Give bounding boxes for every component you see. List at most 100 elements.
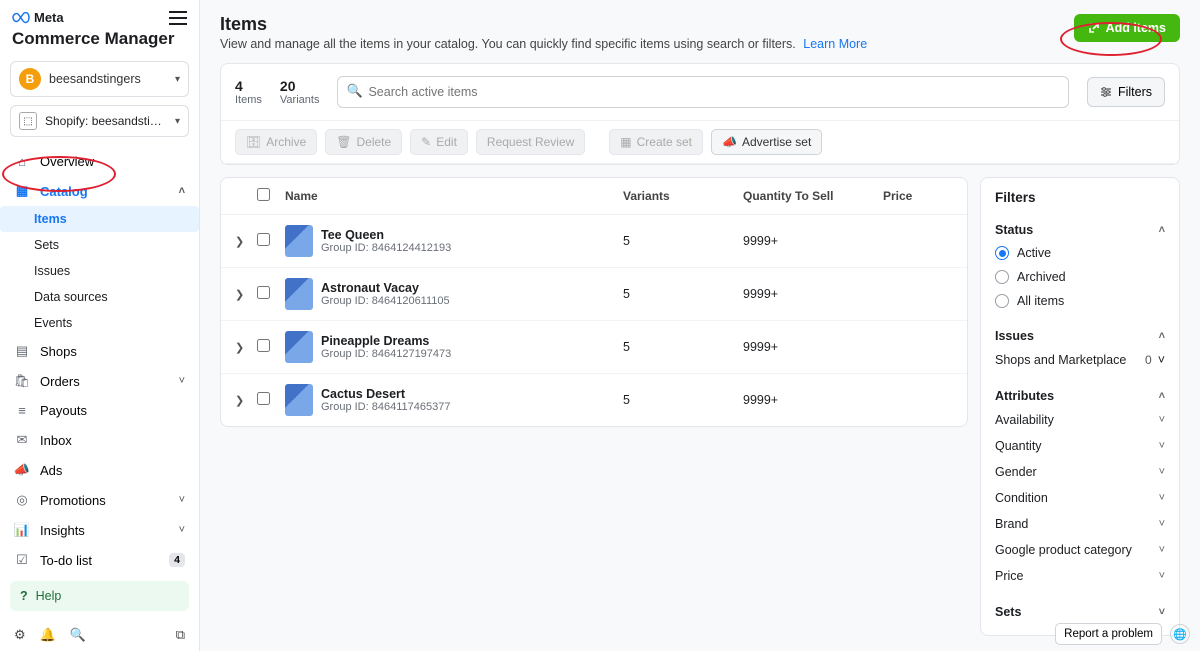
cell-variants: 5 [623, 393, 743, 407]
add-items-label: Add items [1106, 21, 1166, 35]
attribute-filter[interactable]: Gender˅ [995, 459, 1165, 485]
delete-button: 🗑Delete [325, 129, 402, 155]
stat-variants: 20 Variants [280, 78, 320, 106]
nav-label: Promotions [40, 493, 106, 508]
search-input[interactable] [337, 76, 1069, 108]
issues-section-toggle[interactable]: Issues ˄ [995, 321, 1165, 347]
nav-catalog-sets[interactable]: Sets [0, 232, 199, 258]
search-icon[interactable]: 🔍 [70, 627, 86, 643]
learn-more-link[interactable]: Learn More [803, 37, 867, 51]
pencil-icon: ✎ [421, 135, 431, 149]
bag-icon: 🛍 [14, 373, 30, 389]
product-name: Astronaut Vacay [321, 281, 450, 295]
nav-ads[interactable]: 📣 Ads [0, 455, 199, 485]
filters-title: Filters [995, 190, 1165, 205]
chevron-down-icon: ▾ [175, 116, 180, 127]
grid-icon: ▦ [14, 183, 30, 199]
table-row[interactable]: ❯Pineapple DreamsGroup ID: 8464127197473… [221, 321, 967, 374]
col-price[interactable]: Price [883, 189, 953, 203]
chevron-up-icon: ˄ [179, 185, 185, 197]
nav-catalog-data-sources[interactable]: Data sources [0, 284, 199, 310]
attributes-section-toggle[interactable]: Attributes ˄ [995, 381, 1165, 407]
attribute-filter[interactable]: Availability˅ [995, 407, 1165, 433]
status-option[interactable]: All items [995, 289, 1165, 313]
sets-section-toggle[interactable]: Sets ˅ [995, 597, 1165, 623]
page-subtitle: View and manage all the items in your ca… [220, 37, 867, 51]
row-checkbox[interactable] [257, 339, 270, 352]
row-checkbox[interactable] [257, 392, 270, 405]
todo-badge: 4 [169, 553, 185, 567]
nav-label: Catalog [40, 184, 88, 199]
attribute-filter[interactable]: Quantity˅ [995, 433, 1165, 459]
chevron-up-icon: ˄ [1159, 330, 1165, 342]
filters-button[interactable]: Filters [1087, 77, 1165, 107]
nav-insights[interactable]: 📊 Insights ˅ [0, 515, 199, 545]
cell-variants: 5 [623, 340, 743, 354]
report-problem-button[interactable]: Report a problem [1055, 623, 1162, 645]
shop-selector[interactable]: ⬚ Shopify: beesandstingers 16… ▾ [10, 105, 189, 137]
nav-catalog-items[interactable]: Items [0, 206, 199, 232]
attribute-filter[interactable]: Price˅ [995, 563, 1165, 589]
row-checkbox[interactable] [257, 233, 270, 246]
status-option[interactable]: Active [995, 241, 1165, 265]
create-set-button: ▦Create set [609, 129, 703, 155]
table-row[interactable]: ❯Tee QueenGroup ID: 846412441219359999+ [221, 215, 967, 268]
table-row[interactable]: ❯Cactus DesertGroup ID: 8464117465377599… [221, 374, 967, 426]
chart-icon: 📊 [14, 522, 30, 538]
help-button[interactable]: ? Help [10, 581, 189, 611]
nav-orders[interactable]: 🛍 Orders ˅ [0, 366, 199, 396]
issues-row[interactable]: Shops and Marketplace 0 ˅ [995, 347, 1165, 373]
archive-icon: 🗄 [246, 135, 261, 149]
nav-catalog-issues[interactable]: Issues [0, 258, 199, 284]
table-row[interactable]: ❯Astronaut VacayGroup ID: 84641206111055… [221, 268, 967, 321]
main: Items View and manage all the items in y… [200, 0, 1200, 651]
nav-todo[interactable]: ☑ To-do list 4 [0, 545, 199, 573]
nav-promotions[interactable]: ◎ Promotions ˅ [0, 485, 199, 515]
col-variants[interactable]: Variants [623, 189, 743, 203]
attribute-filter[interactable]: Brand˅ [995, 511, 1165, 537]
meta-logo: Meta [12, 10, 64, 25]
nav-label: Ads [40, 463, 62, 478]
nav-overview[interactable]: ⌂ Overview [0, 147, 199, 176]
checklist-icon: ☑ [14, 552, 30, 568]
expand-row-icon[interactable]: ❯ [235, 235, 257, 248]
product-thumbnail [285, 225, 313, 257]
globe-icon[interactable]: 🌐 [1170, 624, 1190, 644]
nav-catalog-events[interactable]: Events [0, 310, 199, 336]
add-items-button[interactable]: Add items [1074, 14, 1180, 42]
nav-payouts[interactable]: ≡ Payouts [0, 396, 199, 425]
col-name[interactable]: Name [285, 189, 623, 203]
status-section-toggle[interactable]: Status ˄ [995, 215, 1165, 241]
chevron-down-icon: ˅ [1159, 414, 1165, 426]
nav-inbox[interactable]: ✉ Inbox [0, 425, 199, 455]
request-review-button: Request Review [476, 129, 585, 155]
meta-infinity-icon [12, 12, 30, 24]
status-option[interactable]: Archived [995, 265, 1165, 289]
gear-icon[interactable]: ⚙ [14, 627, 26, 643]
expand-row-icon[interactable]: ❯ [235, 394, 257, 407]
sidebar-footer: ⚙ 🔔 🔍 ⧉ [0, 619, 199, 651]
product-thumbnail [285, 384, 313, 416]
panel-toggle-icon[interactable]: ⧉ [176, 627, 185, 643]
search-field[interactable]: 🔍 [337, 76, 1069, 108]
nav-catalog[interactable]: ▦ Catalog ˄ [0, 176, 199, 206]
hamburger-icon[interactable] [169, 11, 187, 25]
nav-shops[interactable]: ▤ Shops [0, 336, 199, 366]
expand-row-icon[interactable]: ❯ [235, 341, 257, 354]
megaphone-icon: 📣 [722, 135, 737, 149]
account-avatar: B [19, 68, 41, 90]
select-all-checkbox[interactable] [257, 188, 270, 201]
attribute-filter[interactable]: Google product category˅ [995, 537, 1165, 563]
help-label: Help [36, 589, 62, 603]
chevron-down-icon: ˅ [1159, 440, 1165, 452]
row-checkbox[interactable] [257, 286, 270, 299]
attribute-filter[interactable]: Condition˅ [995, 485, 1165, 511]
cell-qty: 9999+ [743, 287, 883, 301]
chevron-down-icon: ˅ [1159, 466, 1165, 478]
col-qty[interactable]: Quantity To Sell [743, 189, 883, 203]
product-group-id: Group ID: 8464127197473 [321, 348, 451, 360]
advertise-set-button[interactable]: 📣Advertise set [711, 129, 822, 155]
bell-icon[interactable]: 🔔 [40, 627, 56, 643]
account-selector[interactable]: B beesandstingers ▾ [10, 61, 189, 97]
expand-row-icon[interactable]: ❯ [235, 288, 257, 301]
